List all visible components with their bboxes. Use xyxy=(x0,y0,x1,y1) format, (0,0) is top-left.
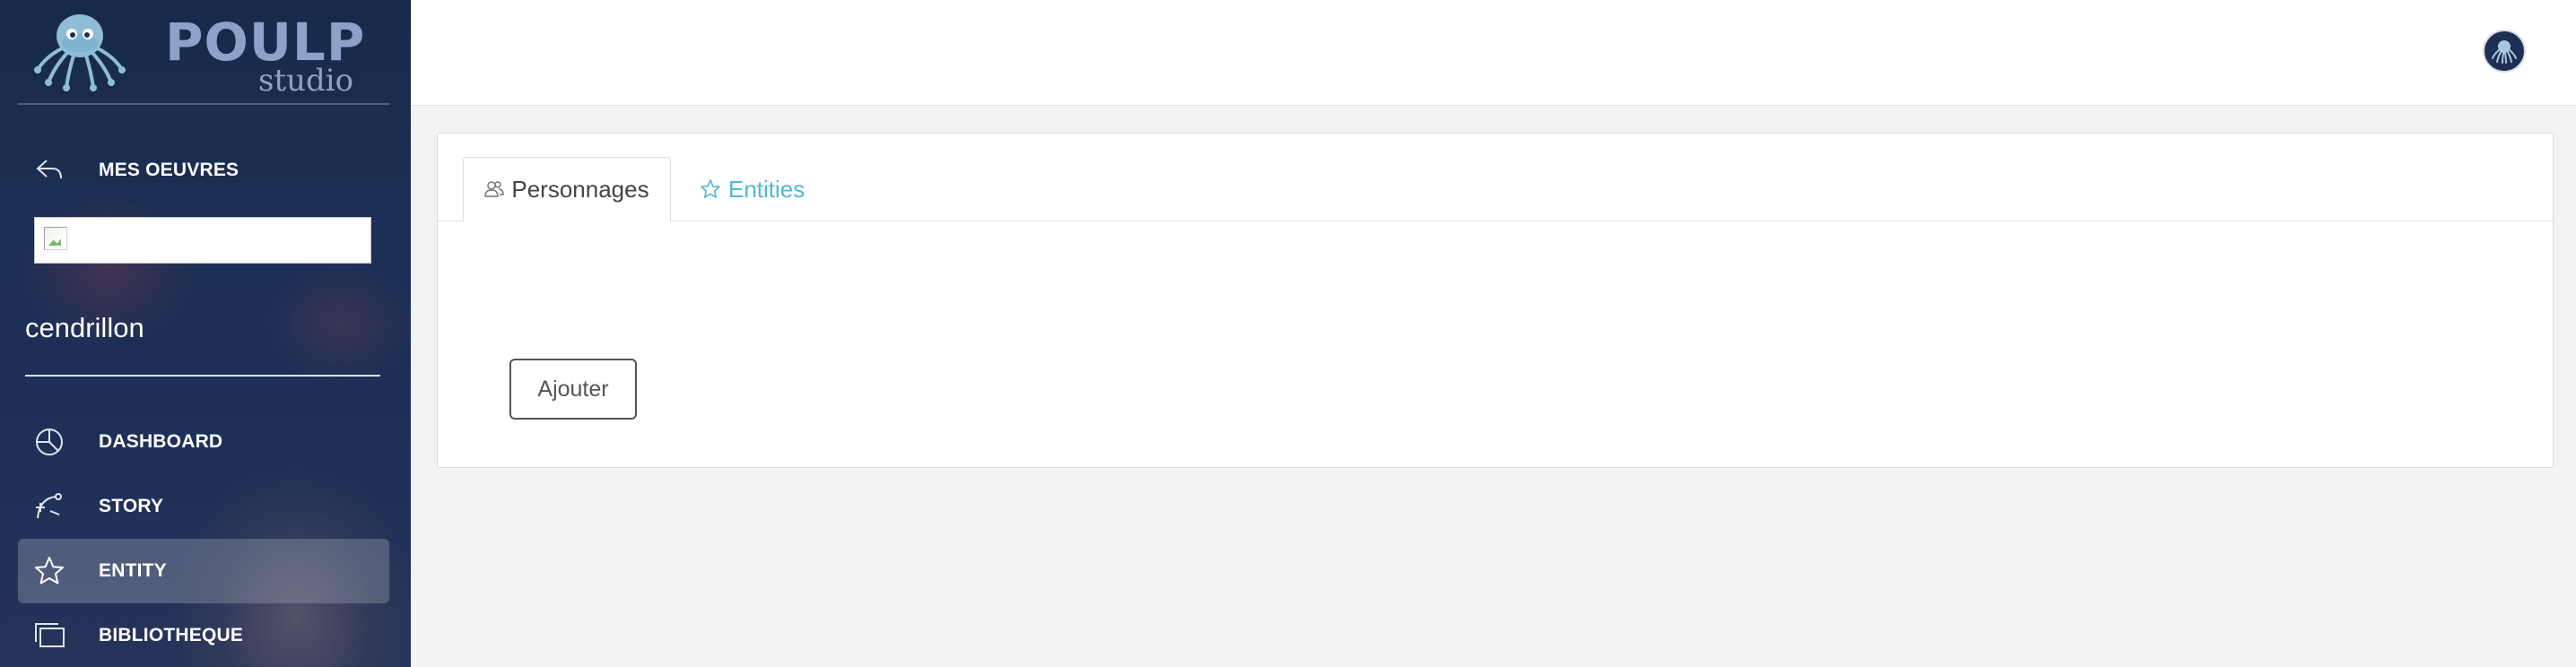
entity-panel: Personnages Entities Ajouter xyxy=(437,133,2554,468)
sidebar-item-entity[interactable]: ENTITY xyxy=(18,539,389,603)
sidebar-item-dashboard[interactable]: DASHBOARD xyxy=(18,410,389,474)
sidebar-divider xyxy=(18,103,389,105)
user-avatar-octopus-icon xyxy=(2492,40,2517,64)
sidebar-item-label: ENTITY xyxy=(99,560,167,581)
back-arrow-icon xyxy=(32,153,66,187)
star-icon xyxy=(32,554,66,588)
top-header xyxy=(411,0,2576,106)
sidebar-item-bibliotheque[interactable]: BIBLIOTHEQUE xyxy=(18,603,389,667)
sidebar-item-label: DASHBOARD xyxy=(99,431,223,452)
tab-personnages[interactable]: Personnages xyxy=(463,157,671,221)
octopus-logo-icon xyxy=(34,14,126,91)
sidebar-item-label: MES OEUVRES xyxy=(99,160,239,180)
curve-path-icon xyxy=(32,489,66,524)
star-outline-icon xyxy=(700,178,721,200)
brand-logo[interactable]: POULP studio xyxy=(32,11,382,99)
add-button[interactable]: Ajouter xyxy=(509,359,637,420)
sidebar-item-story[interactable]: STORY xyxy=(18,474,389,539)
tab-label: Entities xyxy=(728,175,805,203)
project-name: cendrillon xyxy=(25,312,144,343)
sidebar-item-label: BIBLIOTHEQUE xyxy=(99,625,244,645)
sidebar: POULP studio MES OEUVRES cendrillon DASH… xyxy=(0,0,411,667)
pie-chart-icon xyxy=(32,425,66,459)
users-icon xyxy=(484,180,505,198)
tab-entities[interactable]: Entities xyxy=(700,157,805,221)
brand-subname: studio xyxy=(258,63,354,99)
tab-label: Personnages xyxy=(511,175,649,203)
sidebar-item-label: STORY xyxy=(99,496,164,516)
project-image xyxy=(34,217,371,264)
windows-icon xyxy=(32,619,66,653)
project-divider xyxy=(25,375,380,377)
sidebar-item-mes-oeuvres[interactable]: MES OEUVRES xyxy=(18,138,389,203)
user-avatar[interactable] xyxy=(2483,30,2526,73)
broken-image-icon xyxy=(44,227,67,250)
